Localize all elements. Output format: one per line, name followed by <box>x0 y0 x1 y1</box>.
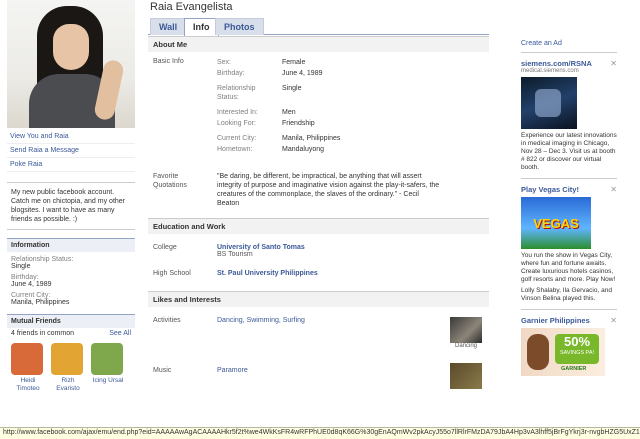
friend-tile[interactable]: Icing Ursal <box>91 343 125 393</box>
ad-text: Experience our latest innovations in med… <box>521 132 617 171</box>
about-me-section: Basic Info Sex: Female Birthday: June 4, 1… <box>148 52 489 218</box>
profile-name: Raia Evangelista <box>150 1 233 13</box>
ad-title[interactable]: siemens.com/RSNA <box>521 59 605 68</box>
left-column: View You and Raia Send Raia a Message Po… <box>7 0 135 397</box>
ad-image[interactable]: VEGAS <box>521 197 591 249</box>
ad-siemens[interactable]: siemens.com/RSNA ✕ medical.siemens.com E… <box>521 53 617 179</box>
basic-info-row: Relationship Status: Single <box>217 85 302 101</box>
ad-image[interactable]: 50% SAVINGS PA! GARNIER <box>521 328 605 376</box>
ad-title[interactable]: Garnier Philippines <box>521 316 605 325</box>
basic-info-row: Sex: Female <box>217 59 306 66</box>
info-relationship: Relationship Status: Single <box>11 256 74 270</box>
see-all-link[interactable]: See All <box>109 330 131 337</box>
basic-info-row: Hometown: Mandaluyong <box>217 146 325 153</box>
close-icon[interactable]: ✕ <box>610 185 617 194</box>
college-course: BS Tourism <box>217 251 253 258</box>
basic-info-row: Current City: Manila, Philippines <box>217 135 341 142</box>
info-current-city: Current City: Manila, Philippines <box>11 292 70 306</box>
close-icon[interactable]: ✕ <box>610 316 617 325</box>
ad-text: You run the show in Vegas City, where fu… <box>521 252 616 283</box>
friend-name[interactable]: Rizh Evaristo <box>51 377 85 393</box>
friend-avatar[interactable] <box>51 343 83 375</box>
about-me-header: About Me <box>148 36 489 52</box>
profile-tabs: Wall Info Photos <box>148 16 489 36</box>
dancing-image[interactable] <box>450 317 482 343</box>
friend-avatar[interactable] <box>91 343 123 375</box>
main-content: About Me Basic Info Sex: Female Birthday:… <box>148 36 489 421</box>
ad-model-face <box>527 334 549 370</box>
activities-label: Activities <box>153 317 181 324</box>
music-thumbnail[interactable] <box>450 363 482 389</box>
likes-section: Activities Dancing, Swimming, Surfing Da… <box>148 307 489 421</box>
likes-header: Likes and Interests <box>148 291 489 307</box>
activity-thumbnail[interactable]: Dancing <box>450 317 482 349</box>
poke-link[interactable]: Poke Raia <box>7 158 135 172</box>
friend-tile[interactable]: Rizh Evaristo <box>51 343 85 393</box>
ads-column: Create an Ad siemens.com/RSNA ✕ medical.… <box>521 40 617 382</box>
basic-info-row: Interested In: Men <box>217 109 296 116</box>
tab-wall[interactable]: Wall <box>150 18 187 35</box>
information-box: Relationship Status: Single Birthday: Ju… <box>7 252 135 308</box>
vegas-logo-text: VEGAS <box>533 215 579 231</box>
garnier-brand: GARNIER <box>561 366 587 372</box>
close-icon[interactable]: ✕ <box>610 59 617 68</box>
info-birthday: Birthday: June 4, 1989 <box>11 274 52 288</box>
favorite-quotations-text: "Be daring, be different, be impractical… <box>217 173 440 207</box>
ad-social-context: Lolly Shalaby, Ila Gervacio, and Vinson … <box>521 287 612 302</box>
education-section: College University of Santo Tomas BS Tou… <box>148 234 489 291</box>
send-message-link[interactable]: Send Raia a Message <box>7 144 135 158</box>
high-school-name[interactable]: St. Paul University Philippines <box>217 270 318 277</box>
college-label: College <box>153 244 177 251</box>
create-ad-link[interactable]: Create an Ad <box>521 40 617 53</box>
high-school-label: High School <box>153 270 191 277</box>
mutual-friends-summary: 4 friends in common See All <box>7 328 135 339</box>
friend-avatar[interactable] <box>11 343 43 375</box>
basic-info-row: Birthday: June 4, 1989 <box>217 70 323 77</box>
ad-title[interactable]: Play Vegas City! <box>521 185 605 194</box>
information-header: Information <box>7 238 135 252</box>
college-name[interactable]: University of Santo Tomas <box>217 244 305 251</box>
discount-percent: 50% <box>563 334 591 349</box>
discount-badge: 50% SAVINGS PA! <box>555 334 599 364</box>
browser-status-bar: http://www.facebook.com/ajax/emu/end.php… <box>0 427 640 439</box>
ad-garnier[interactable]: Garnier Philippines ✕ 50% SAVINGS PA! GA… <box>521 310 617 382</box>
music-label: Music <box>153 367 172 374</box>
music-image[interactable] <box>450 363 482 389</box>
profile-photo-face <box>53 24 89 70</box>
mutual-friends-header: Mutual Friends <box>7 314 135 328</box>
education-header: Education and Work <box>148 218 489 234</box>
friend-name[interactable]: Icing Ursal <box>91 377 125 385</box>
basic-info-label: Basic Info <box>153 58 184 65</box>
profile-picture[interactable] <box>7 0 135 128</box>
ad-url: medical.siemens.com <box>521 68 579 74</box>
friend-name[interactable]: Heidi Timoteo <box>11 377 45 393</box>
activities-value[interactable]: Dancing, Swimming, Surfing <box>217 317 484 359</box>
basic-info-row: Looking For: Friendship <box>217 120 315 127</box>
activity-thumbnail-caption: Dancing <box>454 343 477 349</box>
music-value[interactable]: Paramore <box>217 367 484 409</box>
mutual-friends-list: Heidi Timoteo Rizh Evaristo Icing Ursal <box>7 339 135 397</box>
ad-vegas[interactable]: Play Vegas City! ✕ VEGAS You run the sho… <box>521 179 617 310</box>
ad-image-scanner <box>535 89 561 117</box>
friend-tile[interactable]: Heidi Timoteo <box>11 343 45 393</box>
view-you-and-raia-link[interactable]: View You and Raia <box>7 130 135 144</box>
discount-label: SAVINGS PA! <box>559 350 595 356</box>
ad-image[interactable] <box>521 77 577 129</box>
tab-photos[interactable]: Photos <box>215 18 264 35</box>
mutual-friends-count: 4 friends in common <box>11 330 75 337</box>
tab-info[interactable]: Info <box>184 18 219 36</box>
favorite-quotations-label: Favorite Quotations <box>153 173 187 189</box>
profile-bio: My new public facebook account. Catch me… <box>7 182 135 230</box>
